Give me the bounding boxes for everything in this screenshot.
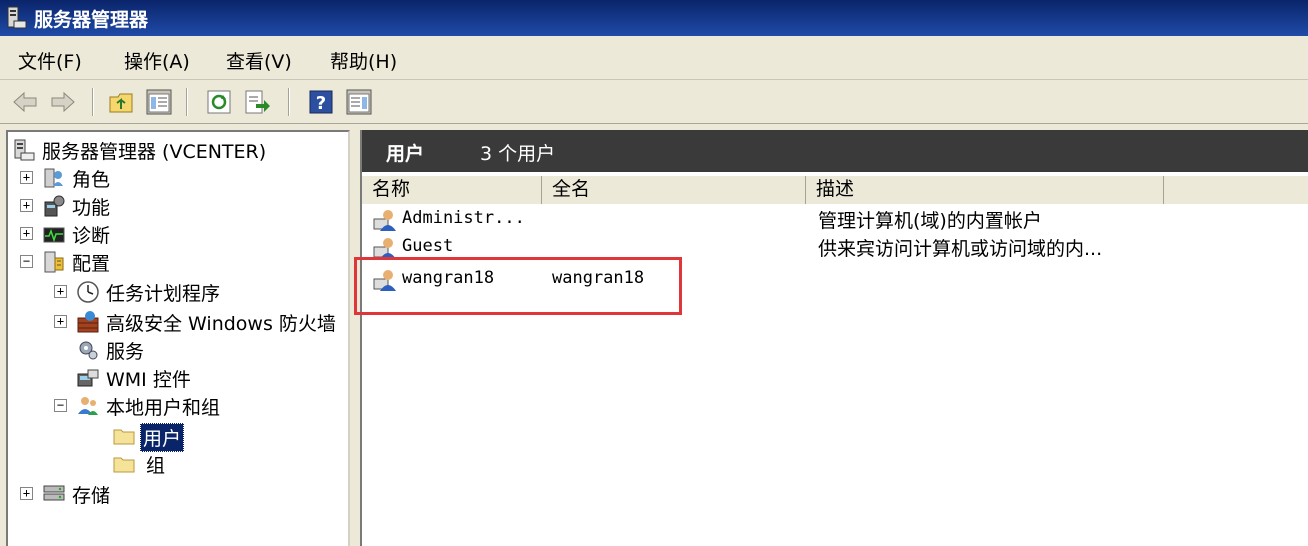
toolbar-separator <box>92 88 94 116</box>
column-header-description[interactable]: 描述 <box>806 176 1164 204</box>
user-icon <box>373 210 396 231</box>
toolbar: ? <box>0 80 1308 124</box>
tree-label: 诊断 <box>72 225 111 247</box>
column-header-empty <box>1164 176 1308 204</box>
tree-label: 高级安全 Windows 防火墙 <box>106 313 336 335</box>
menu-file[interactable]: 文件(F) <box>18 47 82 74</box>
expand-toggle[interactable]: + <box>20 199 33 212</box>
cell-name: Administr... <box>402 208 525 228</box>
svg-text:?: ? <box>316 93 326 114</box>
firewall-icon <box>77 311 99 333</box>
help-icon[interactable]: ? <box>306 87 336 117</box>
expand-toggle[interactable]: + <box>20 227 33 240</box>
menu-help[interactable]: 帮助(H) <box>330 47 397 74</box>
menu-action[interactable]: 操作(A) <box>124 47 190 74</box>
clock-icon <box>77 281 99 303</box>
tree-label: 组 <box>146 455 166 477</box>
menu-view[interactable]: 查看(V) <box>226 47 292 74</box>
tree-label: 角色 <box>72 169 111 191</box>
server-manager-icon <box>14 139 35 161</box>
content-header: 用户 3 个用户 <box>362 130 1308 172</box>
refresh-icon[interactable] <box>204 87 234 117</box>
expand-toggle[interactable]: + <box>20 487 33 500</box>
pane-splitter[interactable] <box>350 124 360 546</box>
features-icon <box>44 195 65 217</box>
user-icon <box>373 270 396 291</box>
content-title: 用户 <box>386 143 425 165</box>
collapse-toggle[interactable]: − <box>54 399 67 412</box>
show-hide-action-pane-icon[interactable] <box>344 87 374 117</box>
export-list-icon[interactable] <box>242 87 272 117</box>
navigation-tree: 服务器管理器 (VCENTER) + 角色 + 功能 + 诊断 − 配置 + 任… <box>6 130 350 546</box>
content-pane: 用户 3 个用户 名称 全名 描述 Administr... 管理计算机(域)的… <box>360 130 1308 546</box>
services-gear-icon <box>79 341 98 360</box>
storage-icon <box>43 485 65 501</box>
toolbar-separator <box>288 88 290 116</box>
tree-label: 本地用户和组 <box>106 397 221 419</box>
cell-fullname: wangran18 <box>552 268 645 288</box>
tree-label: WMI 控件 <box>106 369 191 391</box>
folder-icon <box>113 457 135 473</box>
tree-label: 任务计划程序 <box>106 283 221 305</box>
title-bar: 服务器管理器 <box>0 0 1308 36</box>
tree-label: 服务 <box>106 341 145 363</box>
expand-toggle[interactable]: + <box>54 285 67 298</box>
diagnostics-icon <box>43 227 65 243</box>
table-row[interactable]: Guest 供来宾访问计算机或访问域的内... <box>362 234 1308 262</box>
configuration-icon <box>44 251 64 273</box>
roles-icon <box>44 168 63 188</box>
user-count: 3 个用户 <box>480 143 556 165</box>
user-icon <box>373 238 396 259</box>
table-row[interactable]: wangran18 wangran18 <box>362 266 1308 294</box>
cell-description: 供来宾访问计算机或访问域的内... <box>818 238 1103 260</box>
collapse-toggle[interactable]: − <box>20 255 33 268</box>
cell-description: 管理计算机(域)的内置帐户 <box>818 210 1042 232</box>
column-headers: 名称 全名 描述 <box>362 176 1308 204</box>
table-row[interactable]: Administr... 管理计算机(域)的内置帐户 <box>362 206 1308 234</box>
show-hide-tree-icon[interactable] <box>144 87 174 117</box>
menu-bar: 文件(F) 操作(A) 查看(V) 帮助(H) <box>0 36 1308 80</box>
window-title: 服务器管理器 <box>34 9 149 31</box>
tree-label: 功能 <box>72 197 111 219</box>
forward-arrow-icon[interactable] <box>48 87 78 117</box>
column-header-name[interactable]: 名称 <box>362 176 542 204</box>
tree-label-selected: 用户 <box>140 423 185 452</box>
expand-toggle[interactable]: + <box>20 171 33 184</box>
toolbar-separator <box>186 88 188 116</box>
column-header-fullname[interactable]: 全名 <box>542 176 806 204</box>
tree-label: 存储 <box>72 485 111 507</box>
wmi-icon <box>77 369 99 387</box>
server-manager-icon <box>7 6 27 29</box>
tree-label: 服务器管理器 (VCENTER) <box>42 141 267 163</box>
cell-name: Guest <box>402 236 454 256</box>
up-folder-icon[interactable] <box>106 87 136 117</box>
folder-icon <box>113 429 135 445</box>
tree-label: 配置 <box>72 253 111 275</box>
cell-name: wangran18 <box>402 268 495 288</box>
back-arrow-icon[interactable] <box>10 87 40 117</box>
users-groups-icon <box>78 397 98 415</box>
expand-toggle[interactable]: + <box>54 315 67 328</box>
